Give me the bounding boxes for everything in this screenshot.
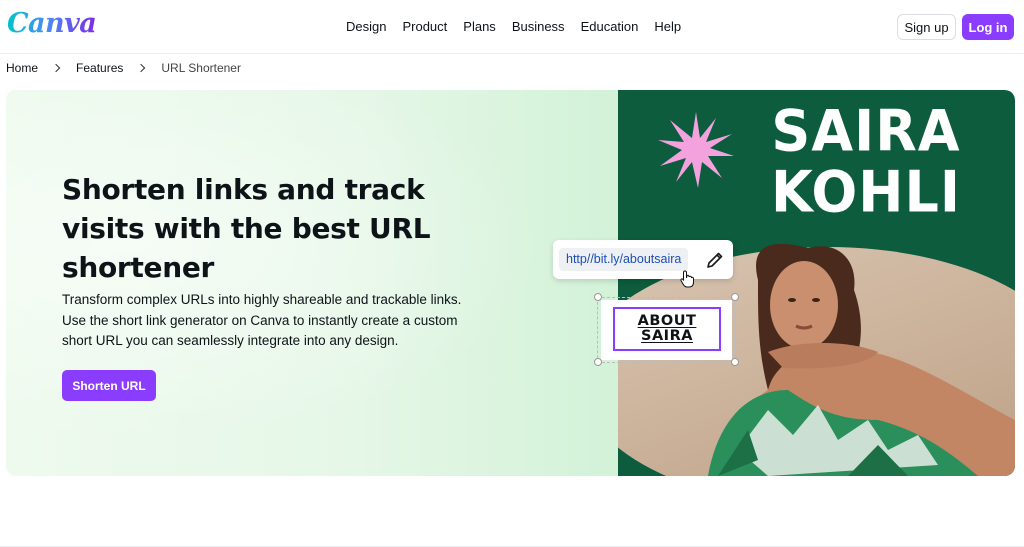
nav-item-business[interactable]: Business — [512, 19, 565, 34]
breadcrumb: Home Features URL Shortener — [6, 61, 241, 75]
short-link-text[interactable]: http//bit.ly/aboutsaira — [559, 248, 689, 271]
about-line-2: SAIRA — [641, 328, 693, 344]
chevron-right-icon — [137, 63, 146, 73]
nav-item-plans[interactable]: Plans — [463, 19, 496, 34]
about-label[interactable]: ABOUT SAIRA — [613, 307, 721, 351]
login-button[interactable]: Log in — [962, 14, 1014, 40]
about-line-1: ABOUT — [637, 313, 697, 329]
nav-item-education[interactable]: Education — [581, 19, 639, 34]
resize-handle[interactable] — [731, 293, 739, 301]
hand-pointer-icon — [680, 270, 694, 288]
resize-handle[interactable] — [594, 358, 602, 366]
name-line-1: SAIRA — [771, 97, 961, 165]
canva-logo[interactable]: Canva — [7, 8, 97, 39]
nav-item-product[interactable]: Product — [402, 19, 447, 34]
hero-description: Transform complex URLs into highly share… — [62, 292, 462, 348]
breadcrumb-features[interactable]: Features — [76, 61, 123, 75]
signup-button[interactable]: Sign up — [897, 14, 956, 40]
breadcrumb-home[interactable]: Home — [6, 61, 38, 75]
breadcrumb-current: URL Shortener — [161, 61, 241, 75]
top-header: Canva Design Product Plans Business Educ… — [0, 0, 1024, 54]
main-nav: Design Product Plans Business Education … — [346, 19, 681, 34]
shorten-url-button[interactable]: Shorten URL — [62, 370, 156, 401]
nav-item-help[interactable]: Help — [654, 19, 681, 34]
hero-banner: Shorten links and track visits with the … — [6, 90, 1015, 476]
hero-title: Shorten links and track visits with the … — [62, 173, 431, 284]
chevron-right-icon — [51, 63, 61, 73]
name-heading: SAIRA KOHLI — [716, 101, 1015, 223]
nav-item-design[interactable]: Design — [346, 19, 386, 34]
resize-handle[interactable] — [594, 293, 602, 301]
resize-handle[interactable] — [731, 358, 739, 366]
pencil-icon[interactable] — [705, 250, 725, 270]
hero-illustration: SAIRA KOHLI — [618, 90, 1015, 476]
name-line-2: KOHLI — [770, 158, 962, 225]
link-tooltip: http//bit.ly/aboutsaira — [553, 240, 733, 279]
